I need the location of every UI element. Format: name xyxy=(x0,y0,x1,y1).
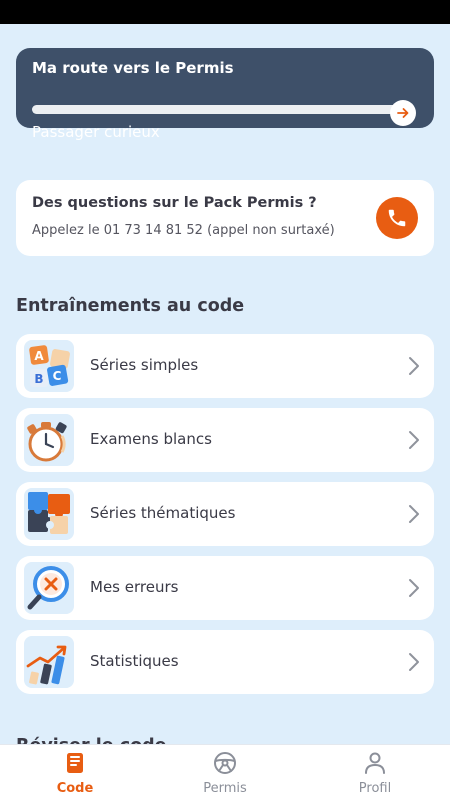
list-item-mes-erreurs[interactable]: Mes erreurs xyxy=(16,556,434,620)
nav-label-permis: Permis xyxy=(203,781,247,796)
chevron-right-icon xyxy=(409,579,419,597)
chevron-right-icon xyxy=(409,357,419,375)
item-label: Statistiques xyxy=(90,652,179,670)
contact-phone-text: Appelez le 01 73 14 81 52 (appel non sur… xyxy=(32,223,335,238)
list-item-statistiques[interactable]: Statistiques xyxy=(16,630,434,694)
permit-progress-card[interactable]: Ma route vers le Permis Passager curieux xyxy=(16,48,434,141)
chevron-right-icon xyxy=(409,505,419,523)
list-item-examens-blancs[interactable]: Examens blancs xyxy=(16,408,434,472)
progress-bar xyxy=(32,105,398,114)
nav-tab-permis[interactable]: Permis xyxy=(175,751,275,799)
section-title-revision: Réviser le code xyxy=(16,736,167,744)
svg-text:C: C xyxy=(53,369,62,383)
puzzle-icon xyxy=(24,488,74,540)
nav-tab-profil[interactable]: Profil xyxy=(325,751,425,799)
arrow-right-icon xyxy=(397,108,409,118)
chevron-right-icon xyxy=(409,431,419,449)
call-button[interactable] xyxy=(376,197,418,239)
book-icon xyxy=(67,753,83,773)
chevron-right-icon xyxy=(409,653,419,671)
stats-chart-icon xyxy=(24,636,74,688)
user-icon xyxy=(365,752,385,774)
nav-label-profil: Profil xyxy=(358,781,392,796)
item-label: Séries thématiques xyxy=(90,504,236,522)
item-label: Mes erreurs xyxy=(90,578,179,596)
bottom-navigation: Code Permis Profil xyxy=(0,744,450,800)
contact-card: Des questions sur le Pack Permis ? Appel… xyxy=(16,180,434,256)
list-item-series-thematiques[interactable]: Séries thématiques xyxy=(16,482,434,546)
svg-text:B: B xyxy=(34,372,43,386)
nav-tab-code[interactable]: Code xyxy=(25,751,125,799)
arrow-right-button[interactable] xyxy=(390,100,416,126)
item-label: Séries simples xyxy=(90,356,199,374)
abc-blocks-icon: A B C xyxy=(24,340,74,392)
svg-text:A: A xyxy=(34,349,44,363)
steering-wheel-icon xyxy=(214,752,236,774)
phone-icon xyxy=(388,209,406,227)
list-item-series-simples[interactable]: A B C Séries simples xyxy=(16,334,434,398)
magnifier-error-icon xyxy=(24,562,74,614)
main-content[interactable]: Ma route vers le Permis Passager curieux… xyxy=(0,24,450,744)
progress-level-label: Passager curieux xyxy=(32,123,160,141)
status-bar xyxy=(0,0,450,24)
section-title-training: Entraînements au code xyxy=(16,296,245,316)
stopwatch-icon xyxy=(24,414,74,466)
progress-title: Ma route vers le Permis xyxy=(32,59,234,77)
nav-label-code: Code xyxy=(56,781,94,796)
contact-title: Des questions sur le Pack Permis ? xyxy=(32,195,317,211)
item-label: Examens blancs xyxy=(90,430,212,448)
